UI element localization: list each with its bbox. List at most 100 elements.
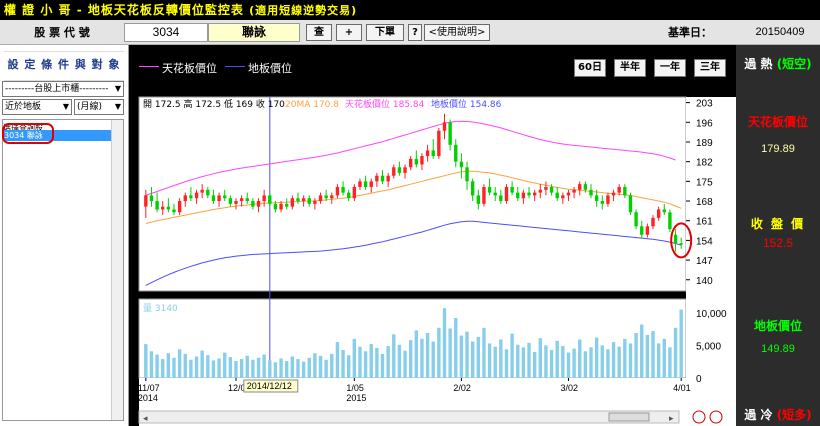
volume-bar [606, 349, 610, 378]
volume-bar [561, 346, 565, 378]
volume-bar [487, 343, 492, 378]
candle-body [482, 186, 486, 204]
volume-bar [358, 346, 362, 378]
candle-body [431, 150, 435, 157]
sort-select-value: 近於地板 [5, 102, 42, 112]
period-1y-button[interactable]: 一年 [654, 59, 686, 77]
candle-body [262, 195, 266, 202]
candle-body [369, 181, 373, 187]
candle-body [245, 198, 249, 202]
period-60d-button[interactable]: 60日 [574, 59, 606, 77]
candle-body [211, 195, 216, 202]
volume-bar [301, 361, 306, 378]
volume-bar [279, 358, 283, 378]
volume-bar [397, 344, 402, 378]
candle-body [239, 198, 244, 202]
volume-bar [583, 351, 588, 378]
ceiling-price-value: 179.89 [761, 143, 795, 155]
candle-body [611, 192, 616, 196]
status-panel: 過 熱 (短空) 天花板價位 179.89 收 盤 價 152.5 地板價位 1… [736, 45, 820, 426]
volume-bar [476, 336, 480, 378]
volume-bar [262, 354, 266, 378]
candle-body [397, 167, 402, 173]
zoom-out-icon [709, 410, 723, 424]
candle-body [606, 195, 610, 204]
stock-list[interactable]: 選擇查詢股 3034 聯詠 [2, 119, 124, 421]
y-tick-label: 154 [696, 236, 713, 247]
candle-body [645, 226, 650, 235]
volume-bar [420, 338, 424, 378]
volume-bar [431, 341, 435, 378]
candle-body [470, 181, 475, 196]
candle-body [228, 198, 233, 204]
volume-bar [662, 338, 666, 378]
volume-bar [668, 347, 672, 378]
candle-body [296, 198, 300, 202]
candle-body [628, 195, 633, 213]
ceiling-legend-label: 天花板價位 [162, 62, 217, 75]
ceiling-info-label: 天花板價位 185.84 [345, 98, 425, 110]
candle-body [668, 212, 672, 230]
sort-select[interactable]: 近於地板 ▼ [2, 99, 72, 115]
candle-body [149, 195, 154, 202]
help-icon-button[interactable]: ? [408, 24, 422, 41]
candle-body [273, 203, 278, 210]
order-button[interactable]: 下單 [366, 24, 404, 41]
query-button[interactable]: 查 [306, 24, 332, 41]
candle-body [279, 203, 283, 210]
candle-body [521, 192, 526, 199]
floor-info-label: 地板價位 154.86 [431, 98, 502, 110]
candle-body [408, 158, 413, 168]
help-button[interactable]: <使用說明> [424, 24, 490, 41]
candle-body [324, 195, 328, 199]
candle-body [510, 186, 514, 193]
list-scrollbar[interactable] [111, 120, 123, 420]
volume-bar [307, 357, 311, 378]
candle-body [499, 195, 503, 202]
period-6m-button[interactable]: 半年 [614, 59, 646, 77]
add-button[interactable]: + [336, 24, 362, 41]
volume-bar [611, 342, 616, 378]
close-price-value: 152.5 [762, 236, 794, 250]
chevron-down-icon: ▼ [114, 102, 121, 111]
volume-bar [516, 344, 520, 378]
volume-bar [392, 334, 396, 378]
volume-bar [600, 345, 604, 378]
volume-bar [318, 355, 323, 378]
volume-bar [679, 309, 683, 378]
candle-body [177, 201, 182, 213]
candle-body [459, 161, 464, 168]
volume-bar [437, 327, 441, 378]
x-tick-label: 11/07 [138, 383, 160, 393]
price-chart[interactable]: 140 147 154 161 168 175 182 189 196 203 0 5,000 10,0… [129, 91, 736, 426]
volume-bar [544, 345, 548, 378]
candle-body [549, 186, 554, 193]
candle-body [268, 195, 272, 204]
volume-bar [273, 362, 278, 378]
volume-bar [166, 353, 171, 378]
volume-bar [324, 359, 328, 378]
candle-body [392, 167, 396, 176]
market-select-value: ---------台股上市櫃--------- [5, 84, 109, 94]
y-tick-label: 203 [696, 99, 713, 110]
cold-label: 過 冷 (短多) [736, 406, 820, 423]
candle-body [194, 192, 199, 199]
base-date-value: 20150409 [755, 26, 805, 38]
candle-body [223, 195, 227, 199]
candle-body [555, 192, 559, 199]
chart-legend-bar: 天花板價位 地板價位 60日 半年 一年 三年 [129, 45, 736, 91]
scroll-left-icon: ◂ [143, 414, 148, 424]
volume-bar [200, 350, 204, 378]
market-select[interactable]: ---------台股上市櫃--------- ▼ [2, 81, 124, 97]
candle-body [583, 184, 588, 190]
volume-tick-label: 10,000 [696, 309, 727, 320]
x-tick-label: 2/02 [453, 383, 471, 393]
ceiling-price-label: 天花板價位 [747, 115, 808, 129]
y-tick-label: 189 [696, 138, 713, 149]
period-3y-button[interactable]: 三年 [694, 59, 726, 77]
candle-body [200, 189, 204, 193]
stock-code-input[interactable]: 3034 [124, 23, 208, 42]
range-select[interactable]: (月線) ▼ [74, 99, 124, 115]
candle-body [532, 192, 537, 196]
floor-legend-line [225, 66, 245, 67]
